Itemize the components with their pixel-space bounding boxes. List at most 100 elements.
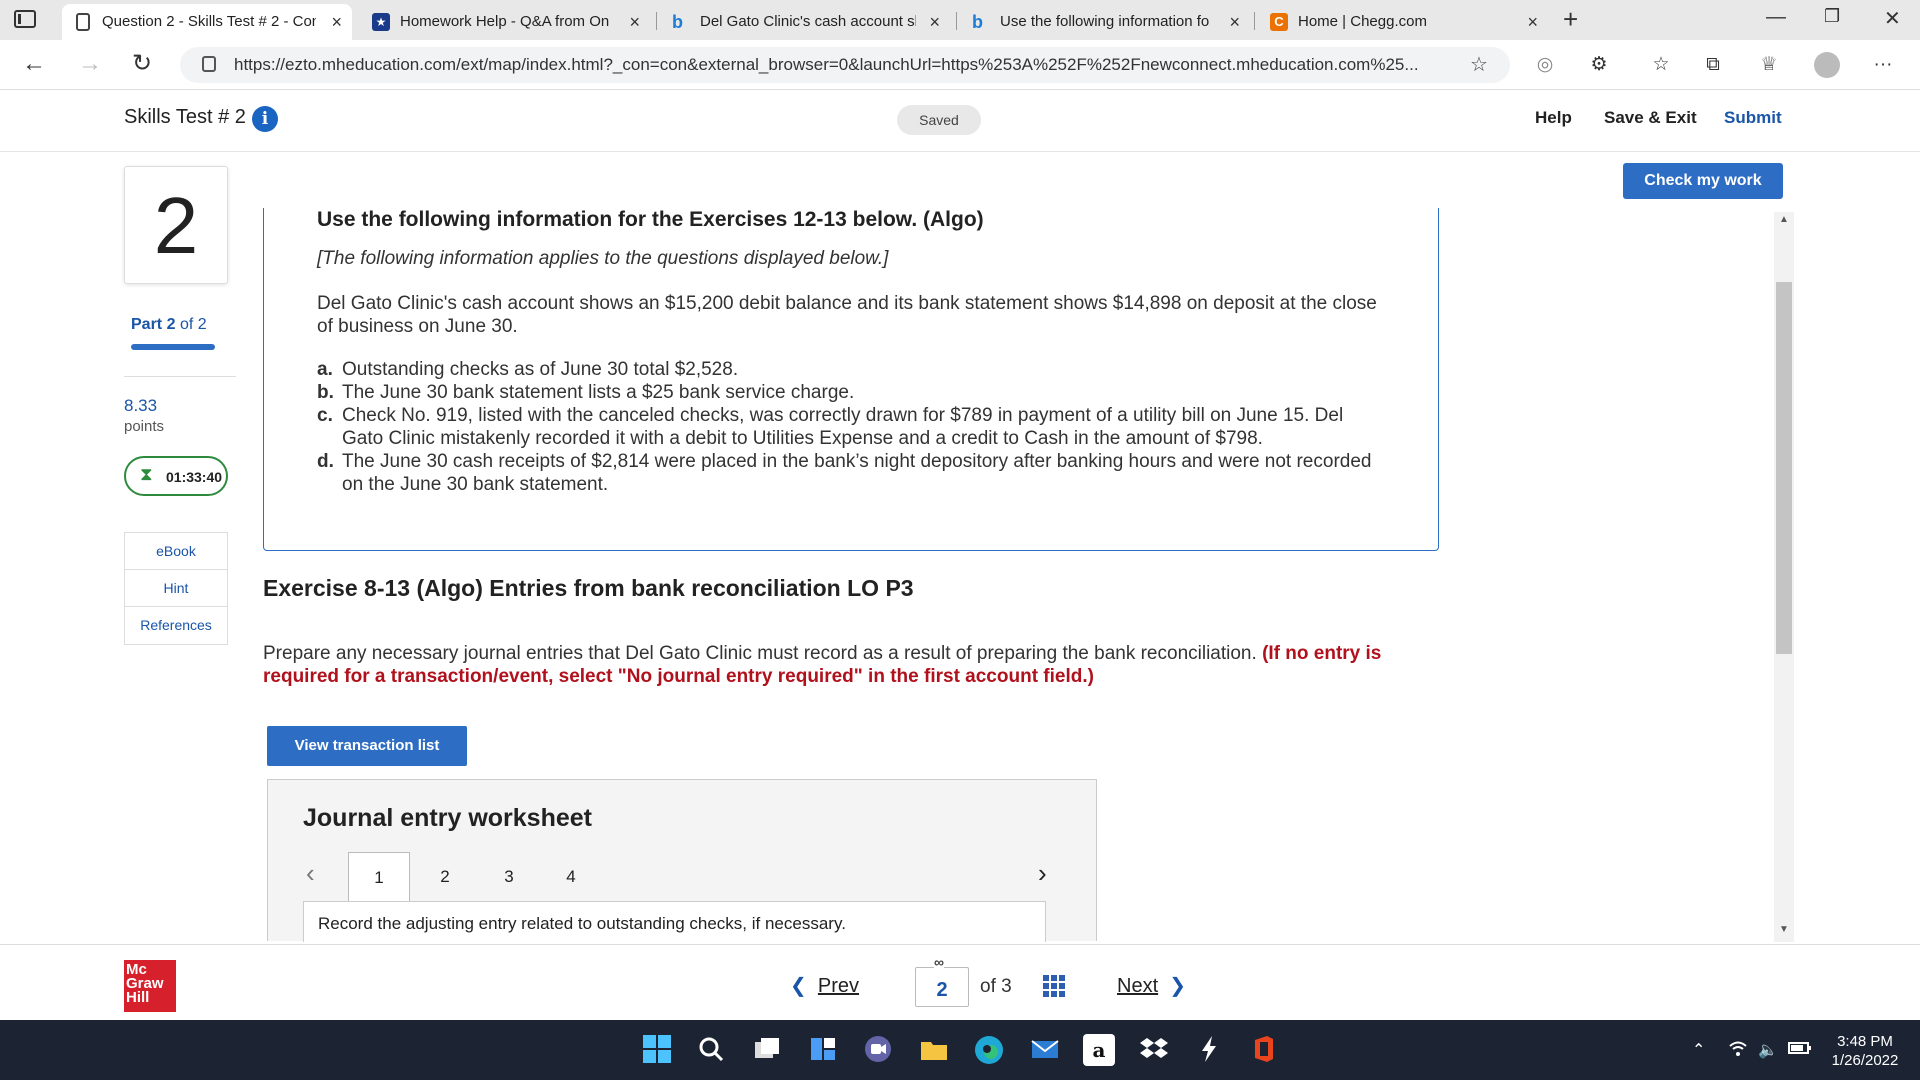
scroll-up-arrow-icon[interactable]: ▲ <box>1779 214 1789 225</box>
speaker-icon[interactable]: 🔈 <box>1758 1040 1778 1060</box>
assignment-header: Skills Test # 2 i Saved Help Save & Exit… <box>0 90 1920 152</box>
prev-button[interactable]: ❮ Prev <box>790 973 859 998</box>
clock-time: 3:48 PM <box>1837 1033 1893 1050</box>
window-close-icon[interactable]: ✕ <box>1884 6 1901 31</box>
tab-title: Use the following information fo <box>1000 13 1210 30</box>
extensions-icon[interactable]: ⚙ <box>1586 52 1612 78</box>
chegg-icon: C <box>1270 13 1288 31</box>
next-button[interactable]: Next ❯ <box>1117 973 1186 998</box>
close-icon[interactable]: × <box>929 4 940 40</box>
back-arrow-icon[interactable]: ← <box>22 48 46 80</box>
office-icon[interactable] <box>1248 1034 1280 1066</box>
transaction-list: a. Outstanding checks as of June 30 tota… <box>317 358 1387 496</box>
windows-start-icon[interactable] <box>641 1034 673 1066</box>
browser-tab-use-following[interactable]: b Use the following information fo × <box>960 4 1250 40</box>
clock-date: 1/26/2022 <box>1831 1052 1899 1069</box>
worksheet-body: Record the adjusting entry related to ou… <box>303 901 1046 942</box>
browser-tab-question[interactable]: Question 2 - Skills Test # 2 - Con × <box>62 4 352 40</box>
worksheet-prompt: Record the adjusting entry related to ou… <box>318 914 846 933</box>
forward-arrow-icon[interactable]: → <box>78 48 102 80</box>
close-icon[interactable]: × <box>1527 4 1538 40</box>
check-my-work-button[interactable]: Check my work <box>1623 163 1783 199</box>
edge-browser-icon[interactable] <box>973 1034 1005 1066</box>
chevron-left-icon[interactable]: ‹ <box>306 858 315 889</box>
item-text: The June 30 bank statement lists a $25 b… <box>342 382 855 403</box>
url-text[interactable]: https://ezto.mheducation.com/ext/map/ind… <box>234 47 1419 83</box>
question-grid-icon[interactable] <box>1043 975 1065 997</box>
chevron-up-icon[interactable]: ⌃ <box>1692 1040 1705 1060</box>
add-favorite-icon[interactable]: ☆ <box>1470 52 1488 77</box>
task-view-icon[interactable] <box>751 1034 783 1066</box>
scrollbar-thumb[interactable] <box>1776 282 1792 654</box>
tab-separator <box>656 12 657 30</box>
profile-avatar[interactable] <box>1814 52 1840 78</box>
refresh-icon[interactable]: ↻ <box>132 48 152 80</box>
collections-icon[interactable]: ⧉ <box>1700 52 1726 78</box>
item-letter: b. <box>317 382 334 403</box>
part-word: Part <box>131 316 163 333</box>
close-icon[interactable]: × <box>1229 4 1240 40</box>
dropbox-icon[interactable] <box>1138 1034 1170 1066</box>
worksheet-tab-4[interactable]: 4 <box>540 852 602 902</box>
scroll-down-arrow-icon[interactable]: ▼ <box>1779 924 1789 935</box>
mail-icon[interactable] <box>1029 1034 1061 1066</box>
chevron-right-icon[interactable]: › <box>1038 858 1047 889</box>
restore-icon[interactable]: ❐ <box>1824 6 1840 27</box>
item-letter: c. <box>317 405 333 426</box>
wifi-icon[interactable] <box>1728 1040 1748 1063</box>
close-icon[interactable]: × <box>331 4 342 40</box>
hint-button[interactable]: Hint <box>125 570 227 607</box>
timer-text: 01:33:40 <box>166 469 223 485</box>
page-number-input[interactable]: ∞ 2 <box>915 955 969 1007</box>
more-menu-icon[interactable]: ··· <box>1870 52 1896 78</box>
lock-icon <box>202 56 216 72</box>
browser-tab-chegg[interactable]: C Home | Chegg.com × <box>1258 4 1548 40</box>
grammarly-icon[interactable]: ◎ <box>1532 52 1558 78</box>
minimize-icon[interactable]: — <box>1766 6 1786 29</box>
rewards-icon[interactable]: ♕ <box>1756 52 1782 78</box>
teams-chat-icon[interactable] <box>862 1034 894 1066</box>
page-number: 2 <box>936 979 948 1001</box>
ebook-button[interactable]: eBook <box>125 533 227 570</box>
list-item: c. Check No. 919, listed with the cancel… <box>317 404 1387 450</box>
timer-badge[interactable]: ⧗ 01:33:40 <box>124 456 228 496</box>
lightning-app-icon[interactable] <box>1193 1034 1225 1066</box>
browser-tab-del-gato[interactable]: b Del Gato Clinic's cash account sh × <box>660 4 950 40</box>
tab-title: Question 2 - Skills Test # 2 - Con <box>102 13 316 30</box>
shared-info-panel: Use the following information for the Ex… <box>263 208 1439 551</box>
favorites-icon[interactable]: ☆ <box>1648 52 1674 78</box>
part-indicator: Part 2 of 2 <box>131 316 207 334</box>
bing-icon: b <box>672 12 683 32</box>
help-link[interactable]: Help <box>1535 108 1572 128</box>
panel-body: Del Gato Clinic's cash account shows an … <box>317 293 1377 337</box>
browser-tab-homework-help[interactable]: ★ Homework Help - Q&A from On × <box>360 4 650 40</box>
points-label: points <box>124 418 165 435</box>
instructions: Prepare any necessary journal entries th… <box>263 642 1443 688</box>
windows-taskbar: a ⌃ 🔈 3:48 PM 1/26/2022 <box>0 1020 1920 1080</box>
amazon-icon[interactable]: a <box>1083 1034 1115 1066</box>
part-progress-bar <box>131 344 215 350</box>
file-explorer-icon[interactable] <box>918 1034 950 1066</box>
worksheet-tab-3[interactable]: 3 <box>478 852 540 902</box>
system-clock[interactable]: 3:48 PM 1/26/2022 <box>1820 1032 1910 1070</box>
page-icon <box>76 13 90 31</box>
info-icon[interactable]: i <box>252 106 278 132</box>
tab-actions-icon[interactable] <box>14 10 36 28</box>
battery-icon[interactable] <box>1788 1040 1812 1061</box>
assignment-title: Skills Test # 2 <box>124 106 246 128</box>
new-tab-button[interactable]: + <box>1563 4 1578 34</box>
references-button[interactable]: References <box>125 607 227 644</box>
worksheet-tab-2[interactable]: 2 <box>414 852 476 902</box>
widgets-icon[interactable] <box>807 1034 839 1066</box>
search-icon[interactable] <box>695 1034 727 1066</box>
question-footer: Mc Graw Hill ❮ Prev ∞ 2 of 3 Next ❯ <box>0 944 1920 1020</box>
view-transaction-list-button[interactable]: View transaction list <box>267 726 467 766</box>
item-text: The June 30 cash receipts of $2,814 were… <box>342 451 1372 495</box>
address-bar[interactable]: https://ezto.mheducation.com/ext/map/ind… <box>180 47 1510 83</box>
logo-line: Hill <box>126 989 150 1006</box>
close-icon[interactable]: × <box>629 4 640 40</box>
tab-title: Homework Help - Q&A from On <box>400 13 610 30</box>
worksheet-tab-1[interactable]: 1 <box>348 852 410 902</box>
save-exit-link[interactable]: Save & Exit <box>1604 108 1697 128</box>
submit-link[interactable]: Submit <box>1724 108 1782 128</box>
